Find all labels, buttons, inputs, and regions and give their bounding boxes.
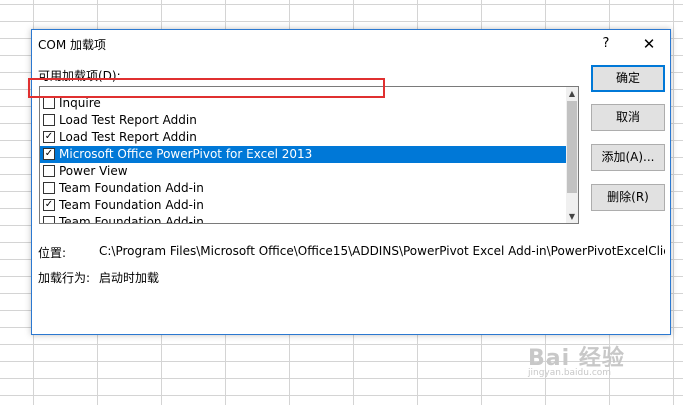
checkmark-icon: ✓ (44, 148, 54, 159)
list-item-label: Load Test Report Addin (59, 130, 197, 144)
checkbox[interactable] (43, 216, 55, 223)
chevron-down-icon[interactable]: ▼ (566, 210, 578, 223)
remove-button[interactable]: 删除(R) (591, 184, 665, 211)
list-item[interactable]: Load Test Report Addin (40, 112, 566, 129)
dialog-title: COM 加载项 (38, 38, 106, 52)
help-icon[interactable]: ? (595, 33, 617, 55)
add-button[interactable]: 添加(A)... (591, 144, 665, 171)
checkbox[interactable]: ✓ (43, 199, 55, 211)
list-item[interactable]: ✓ Team Foundation Add-in (40, 197, 566, 214)
title-bar: COM 加载项 ? ✕ (32, 30, 670, 58)
list-item-label: Team Foundation Add-in (59, 181, 204, 195)
list-item[interactable]: Team Foundation Add-in (40, 180, 566, 197)
list-item-label: Inquire (59, 96, 101, 110)
list-item[interactable]: Power View (40, 163, 566, 180)
checkbox[interactable] (43, 97, 55, 109)
load-behavior-value: 启动时加载 (99, 271, 160, 285)
list-item-label: Team Foundation Add-in (59, 198, 204, 212)
list-item[interactable] (40, 87, 566, 95)
checkbox[interactable] (43, 114, 55, 126)
location-value: C:\Program Files\Microsoft Office\Office… (99, 244, 665, 258)
checkbox[interactable]: ✓ (43, 131, 55, 143)
addins-listbox[interactable]: Inquire Load Test Report Addin ✓ Load Te… (39, 86, 579, 224)
checkbox[interactable]: ✓ (43, 148, 55, 160)
list-item-selected[interactable]: ✓ Microsoft Office PowerPivot for Excel … (40, 146, 566, 163)
list-item-label: Load Test Report Addin (59, 113, 197, 127)
checkbox[interactable] (43, 182, 55, 194)
location-label: 位置: (38, 246, 67, 260)
ok-button[interactable]: 确定 (591, 65, 665, 92)
load-behavior-label: 加载行为: (38, 271, 91, 285)
chevron-up-icon[interactable]: ▲ (566, 87, 578, 100)
close-icon[interactable]: ✕ (635, 33, 663, 55)
vertical-scrollbar[interactable]: ▲ ▼ (566, 87, 578, 223)
list-item-label: Team Foundation Add-in (59, 215, 204, 224)
list-item-label: Power View (59, 164, 128, 178)
addins-rows: Inquire Load Test Report Addin ✓ Load Te… (40, 87, 566, 224)
checkmark-icon: ✓ (44, 131, 54, 142)
watermark-url-text: jingyan.baidu.com (528, 368, 612, 378)
list-item[interactable]: ✓ Load Test Report Addin (40, 129, 566, 146)
cancel-button[interactable]: 取消 (591, 104, 665, 131)
scrollbar-thumb[interactable] (567, 101, 577, 193)
available-addins-label: 可用加载项(D): (38, 69, 121, 83)
list-item[interactable]: Team Foundation Add-in (40, 214, 566, 224)
checkbox[interactable] (43, 165, 55, 177)
checkmark-icon: ✓ (44, 199, 54, 210)
com-addins-dialog: COM 加载项 ? ✕ 可用加载项(D): Inquire Load Test … (28, 29, 671, 335)
baidu-watermark-logo: Bai 经验 jingyan.baidu.com (528, 340, 625, 378)
list-item-label: Microsoft Office PowerPivot for Excel 20… (59, 147, 313, 161)
list-item[interactable]: Inquire (40, 95, 566, 112)
list-item-label-partial (59, 87, 63, 95)
